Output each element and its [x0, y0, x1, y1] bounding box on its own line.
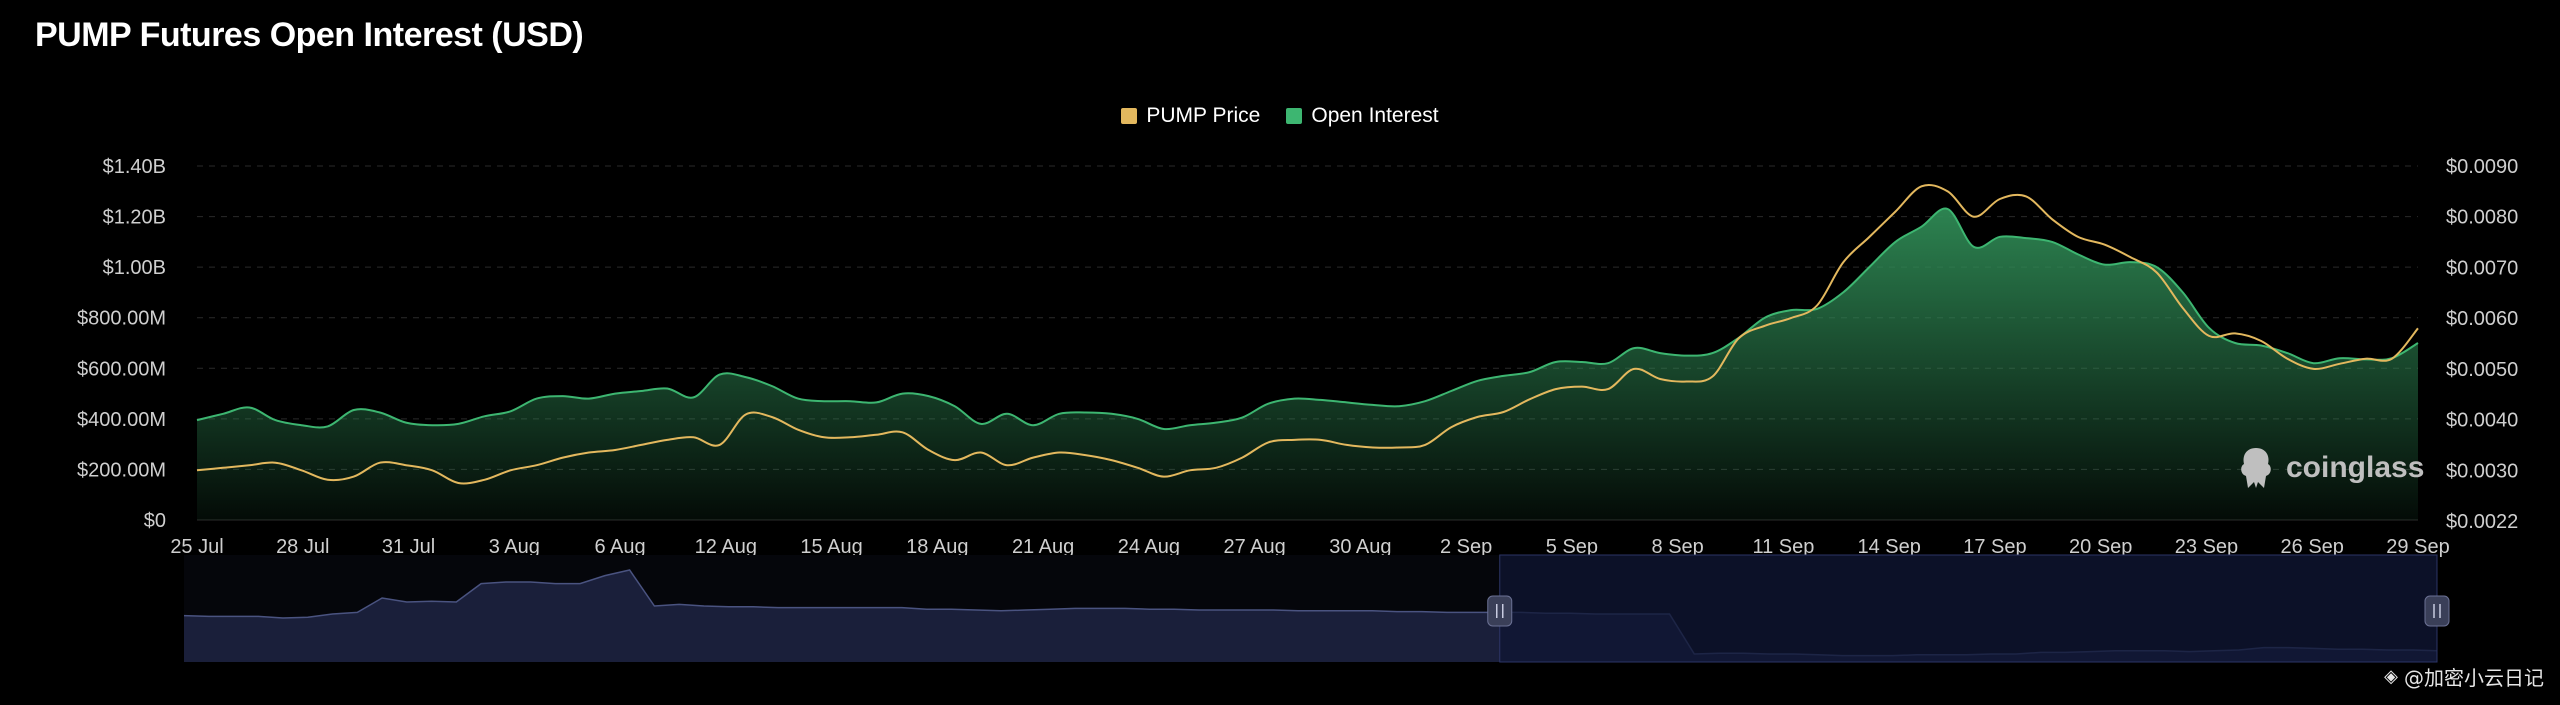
y-left-tick-label: $0 [144, 510, 166, 532]
x-tick-label: 18 Aug [906, 536, 968, 558]
y-left-tick-label: $800.00M [77, 308, 166, 330]
x-tick-label: 6 Aug [594, 536, 645, 558]
y-left-tick-label: $1.20B [103, 207, 166, 229]
navigator-handle-right[interactable] [2424, 595, 2450, 627]
x-tick-label: 12 Aug [695, 536, 757, 558]
y-left-tick-label: $200.00M [77, 459, 166, 481]
x-tick-label: 25 Jul [170, 536, 223, 558]
y-left-tick-label: $1.00B [103, 257, 166, 279]
y-left-tick-label: $400.00M [77, 409, 166, 431]
coinglass-icon [2241, 448, 2271, 488]
open-interest-area [197, 208, 2418, 520]
y-right-tick-label: $0.0040 [2446, 410, 2518, 432]
y-left-tick-label: $600.00M [77, 358, 166, 380]
y-right-tick-label: $0.0070 [2446, 257, 2518, 279]
chart-area[interactable]: $0 $200.00M $400.00M $600.00M $800.00M $1.00B… [0, 0, 2560, 705]
watermark: ◈ @加密小云日记 [2384, 662, 2544, 691]
diamond-icon: ◈ [2384, 666, 2398, 687]
x-tick-label: 3 Aug [489, 536, 540, 558]
coinglass-brand-text: coinglass [2286, 451, 2425, 484]
coinglass-logo: coinglass [2238, 446, 2424, 490]
x-tick-label: 31 Jul [382, 536, 435, 558]
navigator-selection[interactable] [1499, 554, 2438, 663]
navigator-handle-left[interactable] [1487, 595, 1513, 627]
y-right-tick-label: $0.0080 [2446, 207, 2518, 229]
y-right-tick-label: $0.0060 [2446, 308, 2518, 330]
x-tick-label: 15 Aug [800, 536, 862, 558]
y-right-tick-label: $0.0030 [2446, 460, 2518, 482]
y-left-tick-label: $1.40B [103, 156, 166, 178]
x-tick-label: 24 Aug [1118, 536, 1180, 558]
watermark-text: @加密小云日记 [2404, 666, 2544, 690]
y-right-tick-label: $0.0090 [2446, 156, 2518, 178]
x-tick-label: 21 Aug [1012, 536, 1074, 558]
x-tick-label: 27 Aug [1223, 536, 1285, 558]
x-tick-label: 2 Sep [1440, 536, 1492, 558]
y-right-tick-label: $0.0022 [2446, 511, 2518, 533]
x-tick-label: 28 Jul [276, 536, 329, 558]
y-right-tick-label: $0.0050 [2446, 359, 2518, 381]
x-tick-label: 30 Aug [1329, 536, 1391, 558]
